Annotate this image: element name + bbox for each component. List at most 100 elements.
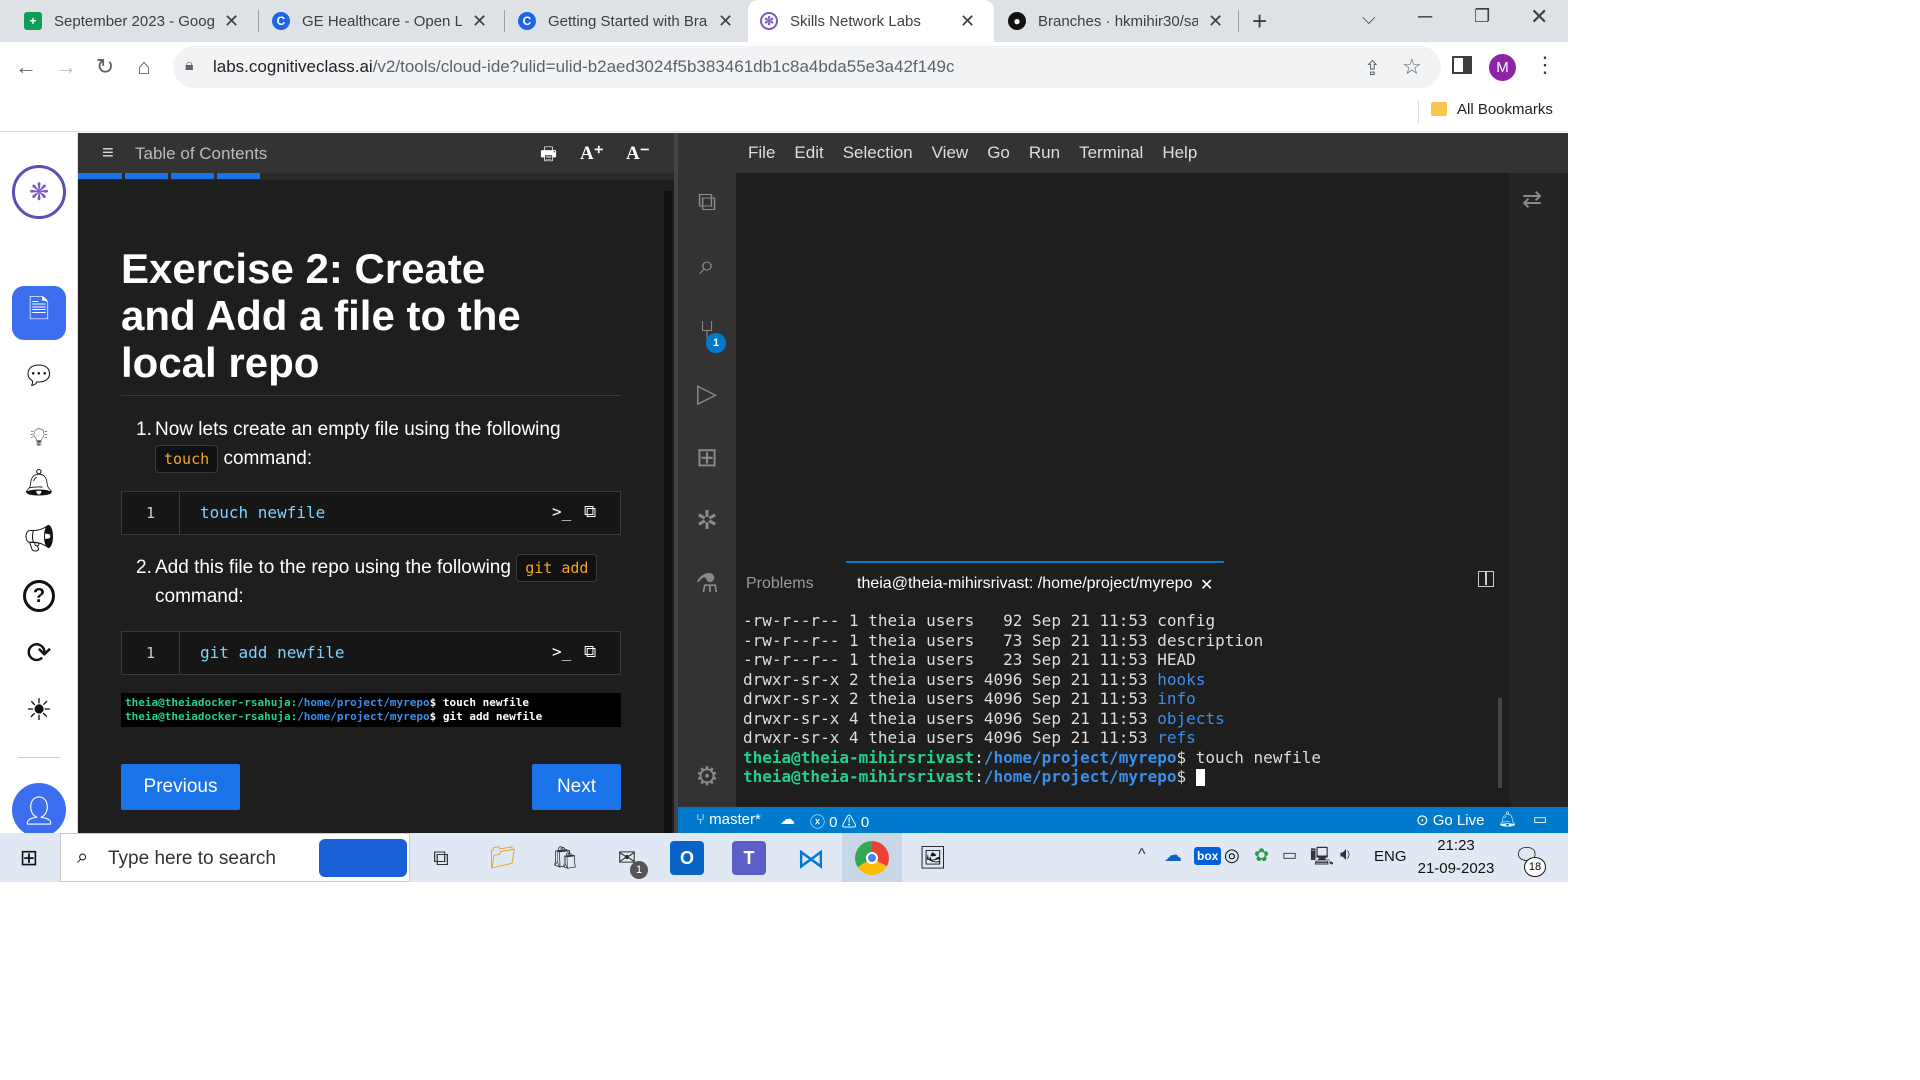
close-icon[interactable]: ✕ — [960, 11, 975, 32]
share-icon[interactable]: ⇪ — [1364, 56, 1381, 81]
instructions-icon[interactable]: 🗎︎ — [12, 286, 66, 340]
menu-help[interactable]: Help — [1162, 143, 1197, 163]
tab-problems[interactable]: Problems — [746, 575, 814, 593]
next-button[interactable]: Next — [532, 764, 621, 810]
onedrive-icon[interactable]: ☁ — [1164, 845, 1182, 866]
hamburger-menu-icon[interactable]: ≡ — [102, 142, 114, 165]
minimize-button[interactable]: ─ — [1418, 6, 1432, 29]
restore-button[interactable]: ❐ — [1474, 6, 1490, 27]
browser-tab-skills-network[interactable]: ✻ Skills Network Labs ✕ — [748, 0, 994, 42]
toc-title[interactable]: Table of Contents — [135, 144, 267, 164]
browser-tab-github[interactable]: ● Branches · hkmihir30/san ✕ — [996, 0, 1236, 42]
clock-time[interactable]: 21:23 — [1418, 837, 1494, 854]
user-avatar[interactable]: 👤︎ — [12, 783, 66, 837]
megaphone-icon[interactable]: 📢︎ — [14, 513, 64, 563]
copy-icon[interactable]: ⧉ — [584, 502, 596, 522]
file-explorer-icon[interactable]: 📁︎ — [486, 841, 520, 875]
font-increase-button[interactable]: A⁺ — [580, 142, 604, 165]
browser-tab-getting-started[interactable]: C Getting Started with Brar ✕ — [506, 0, 748, 42]
lightbulb-icon[interactable]: 💡︎ — [14, 413, 64, 463]
box-icon[interactable]: box — [1194, 847, 1222, 865]
menu-view[interactable]: View — [932, 143, 969, 163]
settings-gear-icon[interactable]: ⚙ — [690, 759, 724, 793]
menu-file[interactable]: File — [748, 143, 775, 163]
skills-network-toolbox-icon[interactable]: ✲ — [690, 503, 724, 537]
language-indicator[interactable]: ENG — [1374, 848, 1407, 865]
outline-icon[interactable]: ⇄ — [1522, 185, 1542, 214]
explorer-files-icon[interactable]: ⧉ — [690, 185, 724, 219]
maximize-panel-icon[interactable] — [1478, 571, 1494, 587]
menu-run[interactable]: Run — [1029, 143, 1060, 163]
ge-icon[interactable]: ◎ — [1224, 845, 1240, 866]
problems-status[interactable]: ⓧ 0 ⚠ 0 — [810, 811, 869, 832]
microsoft-store-icon[interactable]: 🛍︎ — [548, 841, 582, 875]
teams-icon[interactable]: T — [732, 841, 766, 875]
chat-icon[interactable]: 💬︎ — [14, 350, 64, 400]
terminal-output[interactable]: -rw-r--r-- 1 theia users 92 Sep 21 11:53… — [743, 611, 1321, 787]
scrollbar[interactable] — [664, 191, 672, 833]
browser-tab-ge-healthcare[interactable]: C GE Healthcare - Open Le ✕ — [260, 0, 504, 42]
clock-date[interactable]: 21-09-2023 — [1414, 860, 1498, 877]
forward-arrow-icon[interactable]: → — [52, 54, 80, 80]
tab-terminal[interactable]: theia@theia-mihirsrivast: /home/project/… — [857, 575, 1192, 593]
skills-network-logo[interactable]: ❋ — [12, 165, 66, 219]
bookmark-star-icon[interactable]: ☆ — [1402, 54, 1422, 80]
brightness-icon[interactable]: ☀ — [14, 685, 64, 735]
flask-icon[interactable]: ⚗ — [690, 566, 724, 600]
task-view-icon[interactable]: ⧉ — [424, 841, 458, 875]
sync-icon[interactable]: ⟳ — [14, 628, 64, 678]
windows-start-icon[interactable]: ⊞ — [12, 841, 46, 875]
menu-edit[interactable]: Edit — [794, 143, 823, 163]
code-text[interactable]: git add newfile — [200, 632, 345, 674]
close-icon[interactable]: ✕ — [472, 11, 487, 32]
search-icon[interactable]: ⌕ — [690, 248, 724, 282]
more-menu-icon[interactable]: ⋮ — [1534, 52, 1556, 78]
vscode-icon[interactable]: ⋈ — [794, 841, 828, 875]
lock-icon[interactable]: 🔒︎ — [185, 57, 194, 75]
profile-avatar[interactable]: M — [1489, 54, 1516, 81]
copy-icon[interactable]: ⧉ — [584, 642, 596, 662]
taskbar-search-box[interactable]: ⌕ Type here to search — [60, 833, 410, 882]
tray-app-icon[interactable]: ✿ — [1254, 845, 1269, 866]
notifications-bell-icon[interactable]: 🔔︎ — [1498, 810, 1517, 828]
url-text[interactable]: labs.cognitiveclass.ai/v2/tools/cloud-id… — [213, 57, 955, 77]
menu-go[interactable]: Go — [987, 143, 1010, 163]
tab-search-chevron-icon[interactable]: ⌵ — [1362, 8, 1376, 29]
extensions-icon[interactable]: ⊞ — [690, 440, 724, 474]
reload-icon[interactable]: ↻ — [91, 54, 119, 80]
print-icon[interactable]: 🖶︎ — [540, 142, 557, 172]
all-bookmarks-link[interactable]: All Bookmarks — [1457, 101, 1553, 118]
browser-tab-sheets[interactable]: + September 2023 - Google ✕ — [12, 0, 258, 42]
new-tab-button[interactable]: + — [1252, 6, 1267, 37]
execute-in-terminal-icon[interactable]: >_ — [552, 642, 571, 661]
close-icon[interactable]: ✕ — [224, 11, 239, 32]
terminal-scrollbar[interactable] — [1498, 698, 1502, 788]
photos-icon[interactable]: 🖼︎ — [916, 841, 950, 875]
back-arrow-icon[interactable]: ← — [12, 54, 40, 80]
battery-icon[interactable]: ▭ — [1282, 845, 1297, 865]
previous-button[interactable]: Previous — [121, 764, 240, 810]
go-live-button[interactable]: ⊙ Go Live — [1416, 811, 1484, 829]
run-debug-icon[interactable]: ▷ — [690, 376, 724, 410]
close-terminal-icon[interactable]: ✕ — [1200, 575, 1213, 595]
bell-icon[interactable]: 🔔︎ — [14, 457, 64, 507]
menu-terminal[interactable]: Terminal — [1079, 143, 1143, 163]
outlook-icon[interactable]: O — [670, 841, 704, 875]
menu-selection[interactable]: Selection — [843, 143, 913, 163]
close-icon[interactable]: ✕ — [1208, 11, 1223, 32]
network-icon[interactable]: 🖳︎ — [1310, 844, 1334, 874]
help-icon[interactable]: ? — [14, 571, 64, 621]
layout-icon[interactable]: ▭ — [1533, 810, 1547, 828]
sync-cloud-icon[interactable]: ☁ — [780, 810, 795, 828]
close-window-button[interactable]: ✕ — [1530, 4, 1548, 30]
execute-in-terminal-icon[interactable]: >_ — [552, 502, 571, 521]
show-hidden-icons-chevron[interactable]: ^ — [1138, 846, 1146, 864]
side-panel-icon[interactable] — [1452, 56, 1472, 74]
code-text[interactable]: touch newfile — [200, 492, 325, 534]
branch-status[interactable]: ⑂ master* — [696, 811, 761, 828]
font-decrease-button[interactable]: A⁻ — [626, 142, 650, 165]
home-icon[interactable]: ⌂ — [130, 54, 158, 80]
volume-icon[interactable]: 🔉︎ — [1340, 844, 1351, 865]
chrome-icon[interactable] — [855, 841, 889, 875]
close-icon[interactable]: ✕ — [718, 11, 733, 32]
